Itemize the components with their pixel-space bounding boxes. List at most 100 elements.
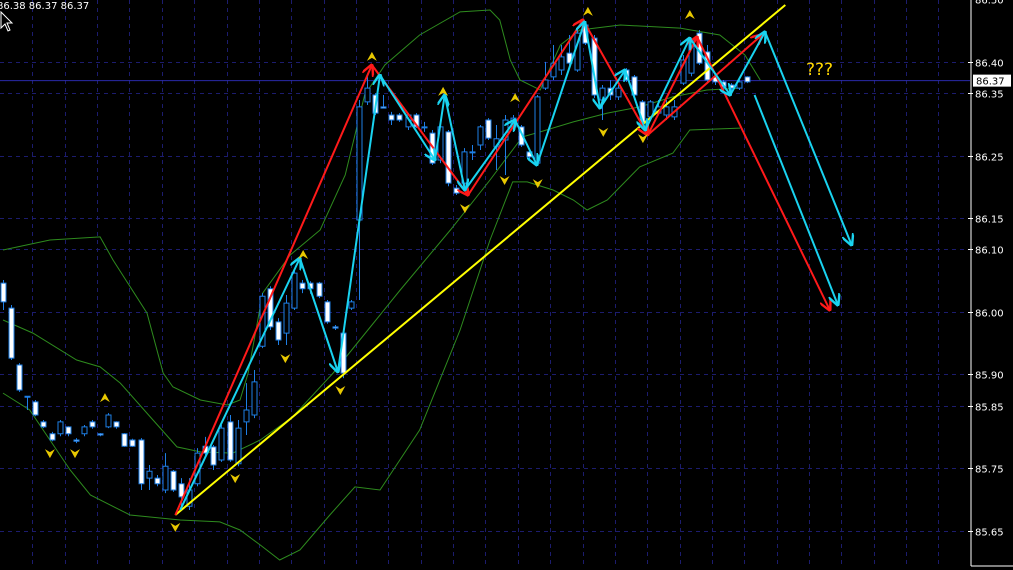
candle-body-bull — [57, 421, 64, 435]
candle-body-bear — [275, 321, 282, 341]
fractal-up-icon — [366, 51, 377, 61]
candle-body-bear — [469, 151, 476, 154]
candle — [16, 363, 23, 392]
candle — [129, 438, 136, 447]
bollinger-band-upper — [2, 9, 761, 406]
candle-body-bull — [81, 426, 88, 435]
candle-body-bull — [235, 427, 242, 465]
fractal-up-icon — [684, 10, 695, 19]
candle-body-bear — [89, 421, 96, 428]
fractal-up-icon — [99, 393, 110, 403]
fractal-down-icon — [459, 204, 470, 214]
candle — [105, 413, 112, 429]
candle — [477, 125, 484, 150]
candle — [32, 400, 39, 417]
candle — [154, 475, 161, 487]
candle — [744, 76, 751, 84]
candle — [356, 100, 363, 300]
candle-body-bear — [453, 187, 460, 194]
candle — [97, 433, 104, 437]
candle — [445, 130, 452, 187]
candle — [49, 431, 56, 442]
candle-body-bear — [0, 282, 7, 303]
candle-body-bull — [558, 56, 565, 71]
bollinger-band-middle — [2, 87, 741, 454]
y-tick-label: 86.35 — [975, 90, 1004, 101]
cursor-icon — [0, 10, 14, 32]
fractal-down-icon — [170, 522, 181, 532]
candle — [8, 305, 15, 360]
candle-body-bear — [49, 433, 56, 441]
candle-body-bear — [380, 106, 387, 109]
fractal-down-icon — [598, 127, 609, 137]
candle — [453, 185, 460, 195]
bollinger-band-lower — [2, 127, 741, 561]
candle-body-bull — [615, 87, 622, 98]
y-tick-label: 86.15 — [975, 215, 1004, 226]
candle — [469, 145, 476, 160]
candle-body-bear — [227, 421, 234, 461]
grid-lines — [0, 0, 970, 566]
candle-body-bear — [210, 446, 217, 466]
candle-body-bear — [8, 307, 15, 359]
candle-body-bear — [129, 439, 136, 447]
candle — [210, 445, 217, 470]
candle-body-bear — [138, 439, 145, 485]
fractal-up-icon — [438, 86, 449, 96]
candle — [170, 470, 177, 492]
candle-body-bear — [396, 114, 403, 121]
candle — [251, 370, 258, 419]
candle-body-bear — [121, 433, 128, 447]
trendline-layer — [174, 4, 786, 516]
candle — [324, 300, 331, 324]
candle — [485, 118, 492, 140]
candle-body-bull — [477, 126, 484, 146]
candle-body-bear — [485, 119, 492, 139]
swing-arrow — [729, 32, 765, 96]
candle — [235, 420, 242, 467]
candle — [113, 421, 120, 429]
candle-body-bull — [364, 87, 371, 103]
candle-body-bear — [32, 401, 39, 416]
candle — [348, 300, 355, 310]
y-tick-label: 86.25 — [975, 153, 1004, 164]
question-annotation: ??? — [806, 60, 833, 80]
candle-body-bull — [283, 302, 290, 334]
candle-body-bear — [445, 131, 452, 184]
candle — [218, 425, 225, 462]
ohlc-readout: 86.38 86.37 86.37 — [0, 1, 90, 12]
candle — [388, 111, 395, 125]
current-price-tag: 86.37 — [973, 74, 1011, 88]
fractal-down-icon — [637, 134, 648, 144]
candle — [121, 433, 128, 447]
swing-arrow — [179, 258, 300, 511]
bollinger-bands — [2, 9, 761, 561]
fractal-up-icon — [582, 6, 593, 16]
candle-body-bear — [113, 421, 120, 428]
candle-body-bear — [65, 426, 72, 435]
candles — [0, 21, 751, 510]
fractal-down-icon — [280, 354, 291, 364]
candle-body-bull — [663, 106, 670, 116]
candle-body-bull — [218, 427, 225, 461]
candle — [0, 280, 7, 310]
price-chart[interactable]: ??? 86.50 86.40 86.35 86.25 86.15 86.10 86.00 8… — [0, 0, 1013, 570]
candle-body-bear — [154, 477, 161, 485]
candle — [275, 318, 282, 345]
candle — [380, 95, 387, 109]
candle-body-bear — [332, 326, 339, 329]
candle-body-bull — [251, 381, 258, 416]
fractal-down-icon — [499, 176, 510, 185]
candle — [73, 438, 80, 444]
candle — [291, 270, 298, 310]
candle — [65, 426, 72, 437]
candle — [502, 115, 509, 175]
fractal-down-icon — [335, 386, 346, 395]
y-tick-label: 85.65 — [975, 528, 1004, 539]
swing-arrow — [753, 94, 838, 305]
y-tick-label: 86.50 — [975, 0, 1004, 7]
candle — [534, 95, 541, 165]
candle-body-bear — [24, 395, 31, 398]
candle-body-bear — [388, 114, 395, 121]
candle — [299, 280, 306, 294]
